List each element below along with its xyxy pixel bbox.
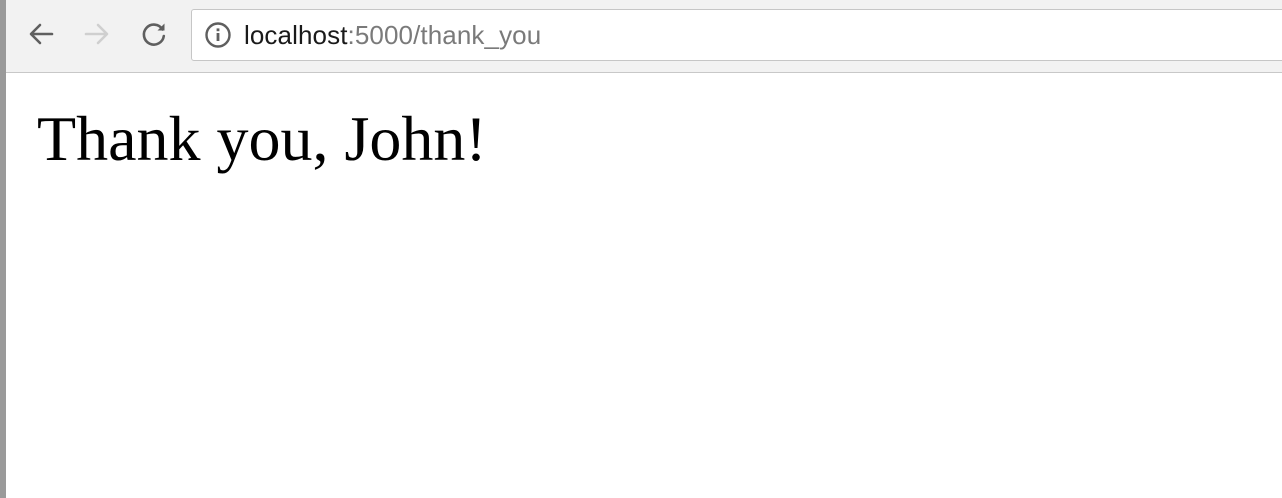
browser-toolbar: localhost:5000/thank_you [6, 0, 1282, 73]
browser-window: localhost:5000/thank_you Thank you, John… [0, 0, 1282, 498]
back-button[interactable] [23, 16, 59, 52]
reload-icon [139, 19, 169, 49]
url-host: localhost [244, 19, 348, 50]
arrow-right-icon [82, 19, 112, 49]
address-url[interactable]: localhost:5000/thank_you [244, 20, 541, 51]
page-content: Thank you, John! [6, 73, 1282, 498]
reload-button[interactable] [136, 16, 172, 52]
info-circle-icon[interactable] [204, 21, 232, 49]
forward-button[interactable] [79, 16, 115, 52]
arrow-left-icon [26, 19, 56, 49]
address-bar[interactable]: localhost:5000/thank_you [191, 9, 1282, 61]
page-heading: Thank you, John! [37, 103, 487, 174]
url-path: :5000/thank_you [347, 19, 542, 50]
